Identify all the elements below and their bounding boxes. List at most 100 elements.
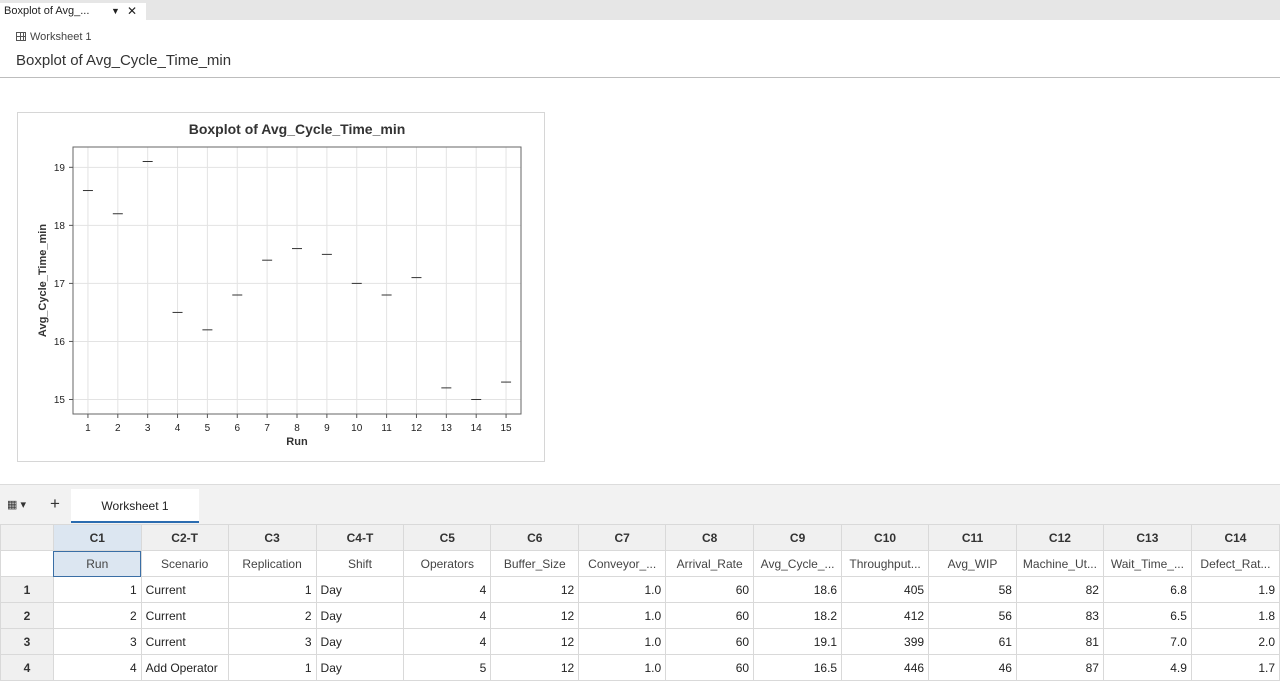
data-cell[interactable]: 4	[52, 654, 142, 681]
data-cell[interactable]: Day	[315, 628, 405, 655]
column-name-cell[interactable]: Scenario	[140, 550, 229, 577]
x-tick-label: 9	[324, 423, 330, 434]
column-header-c13[interactable]: C13	[1102, 524, 1192, 551]
data-cell[interactable]: Day	[315, 576, 405, 603]
add-worksheet-button[interactable]: +	[50, 494, 60, 514]
column-header-c11[interactable]: C11	[928, 524, 1017, 551]
column-header-c4-t[interactable]: C4-T	[315, 524, 405, 551]
y-axis-label: Avg_Cycle_Time_min	[37, 224, 49, 337]
data-cell[interactable]: 3	[227, 628, 317, 655]
data-cell[interactable]: 61	[928, 628, 1017, 655]
column-name-cell[interactable]: Operators	[403, 550, 492, 577]
data-cell[interactable]: Current	[140, 628, 229, 655]
data-cell[interactable]: 1.0	[578, 628, 667, 655]
data-cell[interactable]: 3	[52, 628, 142, 655]
data-cell[interactable]: 2	[227, 602, 317, 629]
column-name-cell[interactable]: Avg_Cycle_...	[753, 550, 843, 577]
column-header-c14[interactable]: C14	[1190, 524, 1280, 551]
column-header-c12[interactable]: C12	[1015, 524, 1104, 551]
data-cell[interactable]: 60	[665, 602, 755, 629]
data-cell[interactable]: 2.0	[1190, 628, 1280, 655]
data-cell[interactable]: Day	[315, 602, 405, 629]
column-name-cell[interactable]: Wait_Time_...	[1102, 550, 1192, 577]
data-cell[interactable]: 12	[490, 628, 580, 655]
close-icon[interactable]: ✕	[127, 3, 137, 20]
row-header[interactable]: 1	[0, 576, 54, 603]
boxplot-chart[interactable]: 1 2 3 4 5 6 7 8 9 10 11 12 13 14 151516171819Boxplot o…	[17, 112, 545, 462]
document-tab[interactable]: Boxplot of Avg_... ▼ ✕	[0, 3, 146, 20]
data-cell[interactable]: 405	[841, 576, 930, 603]
data-cell[interactable]: 18.2	[753, 602, 843, 629]
column-header-c3[interactable]: C3	[227, 524, 317, 551]
column-header-c6[interactable]: C6	[490, 524, 580, 551]
data-cell[interactable]: Day	[315, 654, 405, 681]
data-cell[interactable]: Add Operator	[140, 654, 229, 681]
data-cell[interactable]: 19.1	[753, 628, 843, 655]
column-name-cell[interactable]: Avg_WIP	[928, 550, 1017, 577]
data-cell[interactable]: 87	[1015, 654, 1104, 681]
data-cell[interactable]: 12	[490, 602, 580, 629]
data-cell[interactable]: 1.8	[1190, 602, 1280, 629]
column-name-cell[interactable]: Throughput...	[841, 550, 930, 577]
data-cell[interactable]: 5	[403, 654, 492, 681]
column-header-c8[interactable]: C8	[665, 524, 755, 551]
column-name-cell[interactable]: Buffer_Size	[490, 550, 580, 577]
x-tick-label: 8	[294, 423, 300, 434]
column-name-cell[interactable]: Replication	[227, 550, 317, 577]
data-cell[interactable]: 2	[52, 602, 142, 629]
data-cell[interactable]: 6.8	[1102, 576, 1192, 603]
row-header[interactable]: 3	[0, 628, 54, 655]
data-cell[interactable]: 82	[1015, 576, 1104, 603]
column-header-c10[interactable]: C10	[841, 524, 930, 551]
data-cell[interactable]: 56	[928, 602, 1017, 629]
data-cell[interactable]: 7.0	[1102, 628, 1192, 655]
column-header-c2-t[interactable]: C2-T	[140, 524, 229, 551]
data-cell[interactable]: 399	[841, 628, 930, 655]
data-cell[interactable]: 60	[665, 628, 755, 655]
data-cell[interactable]: 58	[928, 576, 1017, 603]
data-cell[interactable]: 16.5	[753, 654, 843, 681]
row-header[interactable]: 2	[0, 602, 54, 629]
column-name-cell[interactable]: Conveyor_...	[578, 550, 667, 577]
data-cell[interactable]: 4.9	[1102, 654, 1192, 681]
data-cell[interactable]: 12	[490, 576, 580, 603]
data-cell[interactable]: 1.7	[1190, 654, 1280, 681]
data-cell[interactable]: 1.0	[578, 576, 667, 603]
data-cell[interactable]: 1	[227, 576, 317, 603]
data-cell[interactable]: 4	[403, 628, 492, 655]
data-cell[interactable]: 412	[841, 602, 930, 629]
data-cell[interactable]: 18.6	[753, 576, 843, 603]
column-header-c1[interactable]: C1	[52, 524, 142, 551]
data-cell[interactable]: Current	[140, 602, 229, 629]
data-cell[interactable]: 1	[227, 654, 317, 681]
column-name-cell[interactable]: Machine_Ut...	[1015, 550, 1104, 577]
data-cell[interactable]: 60	[665, 654, 755, 681]
column-name-cell[interactable]: Arrival_Rate	[665, 550, 755, 577]
worksheet-menu-icon[interactable]: ▦ ▾	[7, 498, 26, 511]
data-cell[interactable]: 60	[665, 576, 755, 603]
data-cell[interactable]: 1.9	[1190, 576, 1280, 603]
data-cell[interactable]: 81	[1015, 628, 1104, 655]
data-cell[interactable]: 1	[52, 576, 142, 603]
tab-worksheet-1[interactable]: Worksheet 1	[71, 489, 199, 523]
column-name-cell[interactable]: Defect_Rat...	[1190, 550, 1280, 577]
data-cell[interactable]: 446	[841, 654, 930, 681]
column-header-c7[interactable]: C7	[578, 524, 667, 551]
grid-corner[interactable]	[0, 524, 54, 551]
data-cell[interactable]: 6.5	[1102, 602, 1192, 629]
column-header-c9[interactable]: C9	[753, 524, 843, 551]
data-cell[interactable]: 4	[403, 576, 492, 603]
data-cell[interactable]: 83	[1015, 602, 1104, 629]
column-name-cell[interactable]: Shift	[315, 550, 405, 577]
column-header-c5[interactable]: C5	[403, 524, 492, 551]
data-cell[interactable]: 12	[490, 654, 580, 681]
data-cell[interactable]: 46	[928, 654, 1017, 681]
x-tick-label: 2	[115, 423, 121, 434]
chevron-down-icon[interactable]: ▼	[111, 3, 120, 20]
row-header[interactable]: 4	[0, 654, 54, 681]
data-cell[interactable]: 1.0	[578, 654, 667, 681]
data-cell[interactable]: Current	[140, 576, 229, 603]
column-name-cell[interactable]: Run	[52, 550, 142, 577]
data-cell[interactable]: 4	[403, 602, 492, 629]
data-cell[interactable]: 1.0	[578, 602, 667, 629]
